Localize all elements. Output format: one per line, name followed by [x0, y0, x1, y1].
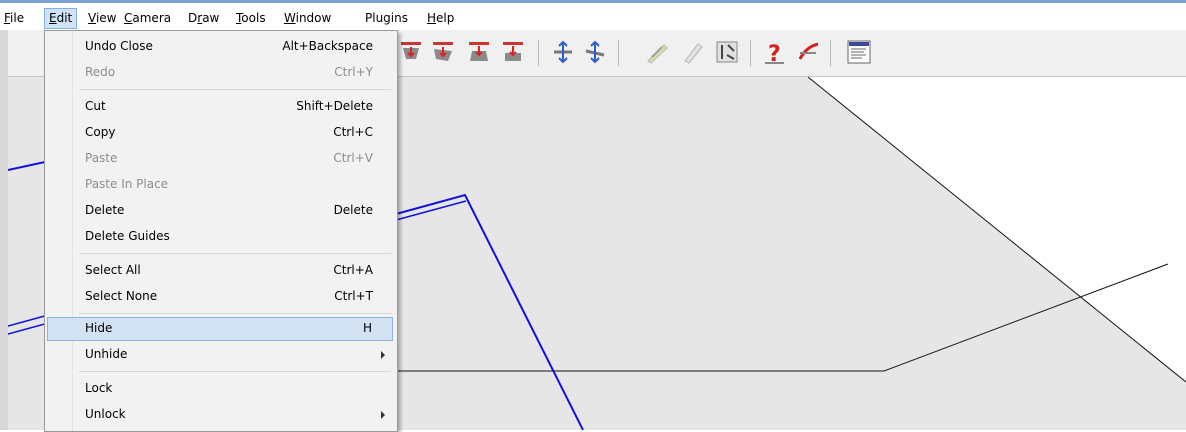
menu-item-paste-in-place[interactable]: Paste In Place [47, 173, 393, 197]
menu-item-delete-guides[interactable]: Delete Guides [47, 225, 393, 249]
menu-file[interactable]: File [4, 8, 24, 28]
align-middle-icon[interactable] [430, 39, 456, 65]
submenu-arrow-icon [381, 351, 385, 359]
toolbar-separator [830, 40, 831, 66]
menu-separator [79, 371, 391, 372]
edit-menu: Undo Close Alt+Backspace Redo Ctrl+Y Cut Sh… [44, 30, 398, 432]
pen-red-icon[interactable] [796, 39, 822, 65]
menu-item-redo[interactable]: Redo Ctrl+Y [47, 61, 393, 85]
menu-item-lock[interactable]: Lock [47, 377, 393, 401]
distribute-vertical-icon[interactable] [550, 39, 576, 65]
menu-plugins[interactable]: Plugins [365, 8, 408, 28]
menu-item-unlock[interactable]: Unlock [47, 403, 393, 427]
menu-view[interactable]: View [88, 8, 116, 28]
layout-grid-icon[interactable] [714, 39, 740, 65]
viewport-left-edge [0, 30, 8, 430]
question-red-icon[interactable]: ? [762, 39, 788, 65]
menu-item-unhide[interactable]: Unhide [47, 343, 393, 367]
menu-help[interactable]: Help [427, 8, 454, 28]
menu-item-cut[interactable]: Cut Shift+Delete [47, 95, 393, 119]
menu-item-delete[interactable]: Delete Delete [47, 199, 393, 223]
menu-camera[interactable]: Camera [124, 8, 171, 28]
menu-separator [79, 89, 391, 90]
follow-path-icon[interactable] [644, 39, 670, 65]
toolbar-separator [750, 40, 751, 66]
svg-text:?: ? [768, 42, 781, 65]
menu-item-hide[interactable]: Hide H [47, 317, 393, 341]
menu-item-copy[interactable]: Copy Ctrl+C [47, 121, 393, 145]
menu-item-select-none[interactable]: Select None Ctrl+T [47, 285, 393, 309]
toolbar-separator [618, 40, 619, 66]
align-bottom-icon[interactable] [466, 39, 492, 65]
follow-path-alt-icon[interactable] [680, 39, 706, 65]
menu-bar: File Edit View Camera Draw Tools Window … [0, 3, 1186, 30]
menu-separator [79, 313, 391, 314]
align-top-icon[interactable] [398, 39, 424, 65]
toolbar-separator [538, 40, 539, 66]
align-bottom-alt-icon[interactable] [500, 39, 526, 65]
distribute-horizontal-icon[interactable] [582, 39, 608, 65]
menu-window[interactable]: Window [284, 8, 331, 28]
menu-item-select-all[interactable]: Select All Ctrl+A [47, 259, 393, 283]
list-window-icon[interactable] [846, 39, 872, 65]
menu-separator [79, 253, 391, 254]
menu-edit[interactable]: Edit [44, 8, 78, 29]
menu-tools[interactable]: Tools [236, 8, 266, 28]
menu-draw[interactable]: Draw [188, 8, 219, 28]
menu-item-paste[interactable]: Paste Ctrl+V [47, 147, 393, 171]
menu-item-undo-close[interactable]: Undo Close Alt+Backspace [47, 35, 393, 59]
submenu-arrow-icon [381, 411, 385, 419]
